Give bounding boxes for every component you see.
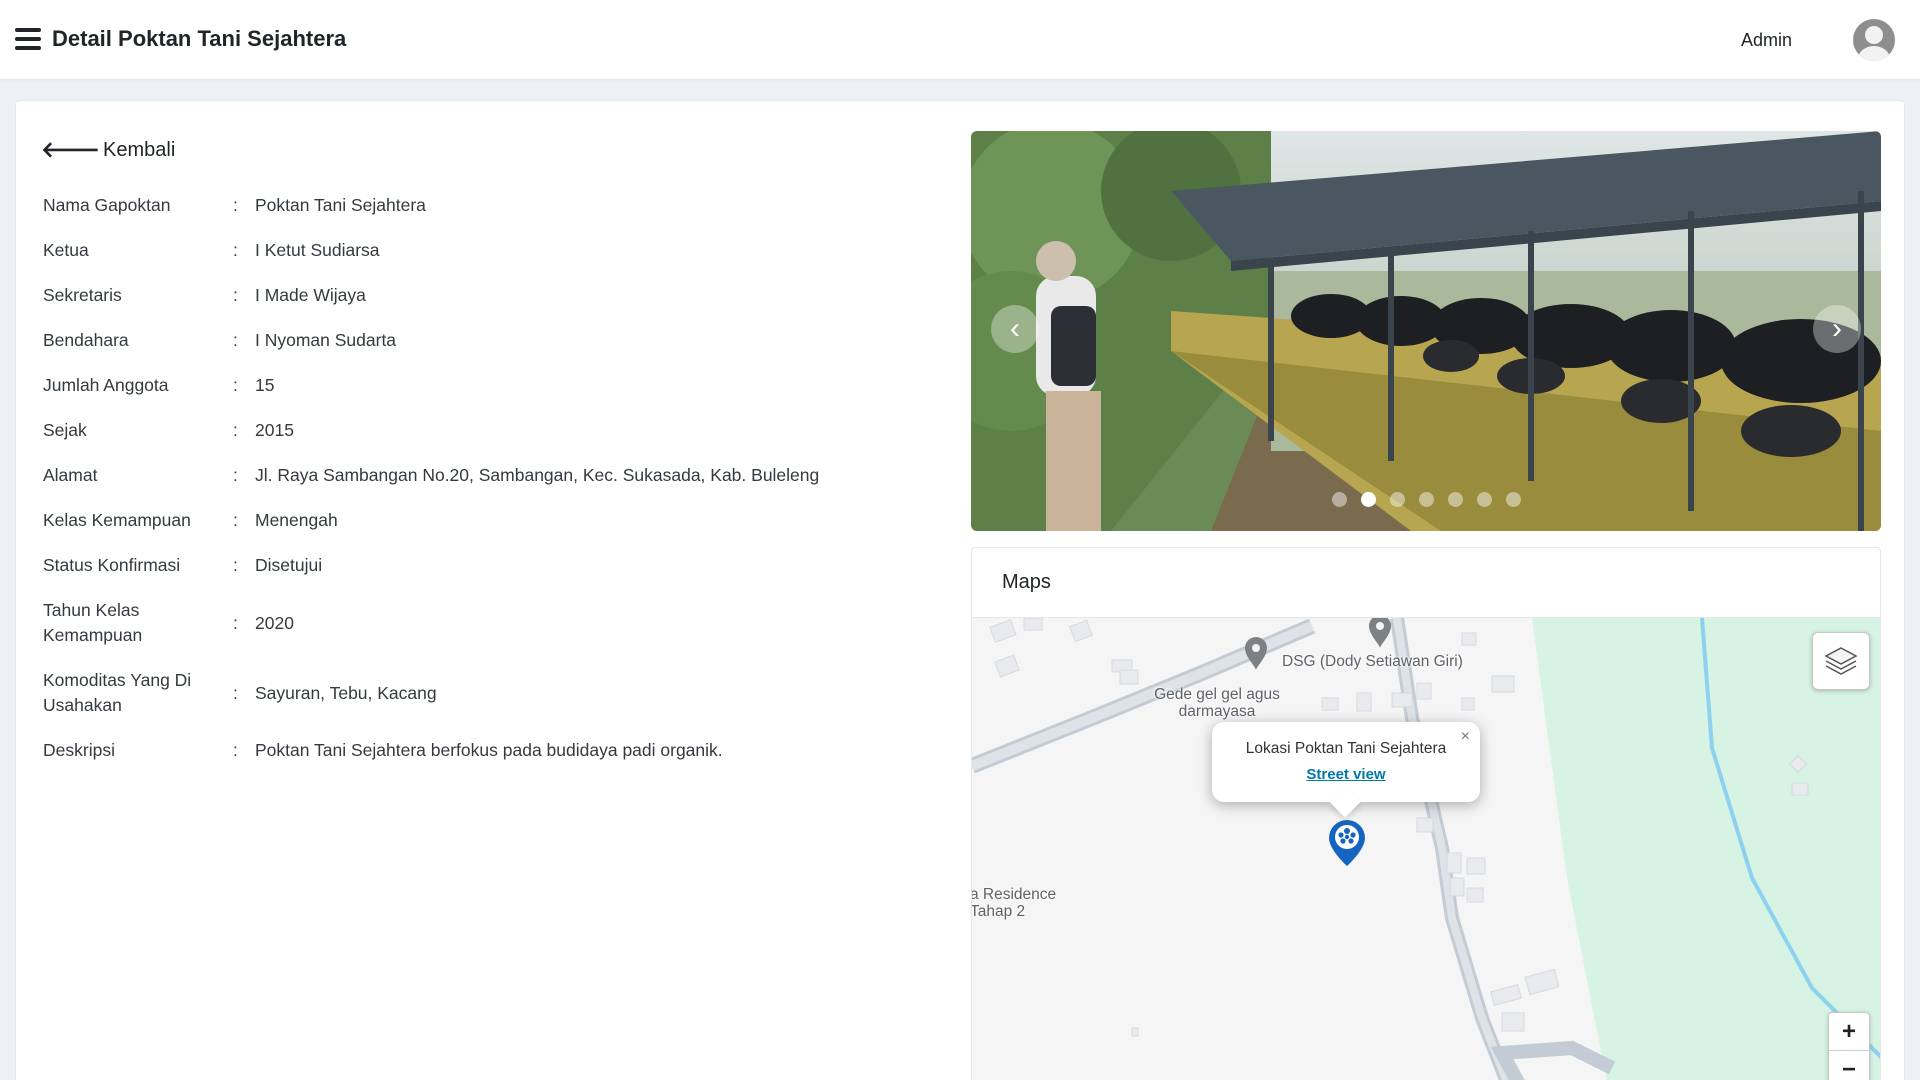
detail-row: Sekretaris: I Made Wijaya bbox=[43, 273, 923, 318]
popup-title: Lokasi Poktan Tani Sejahtera bbox=[1245, 740, 1447, 757]
map-layers-button[interactable] bbox=[1812, 632, 1870, 690]
detail-value: 2015 bbox=[255, 420, 294, 440]
detail-value: Poktan Tani Sejahtera bbox=[255, 195, 426, 215]
detail-row: Ketua: I Ketut Sudiarsa bbox=[43, 228, 923, 273]
detail-colon: : bbox=[233, 740, 238, 760]
carousel-dot[interactable] bbox=[1389, 492, 1405, 507]
carousel-next-button[interactable]: › bbox=[1813, 305, 1861, 353]
user-name[interactable]: Admin bbox=[1741, 30, 1792, 51]
user-avatar-icon[interactable] bbox=[1853, 19, 1895, 61]
carousel-dot[interactable] bbox=[1331, 492, 1347, 507]
layers-icon bbox=[1824, 647, 1858, 675]
detail-label: Jumlah Anggota bbox=[43, 375, 169, 395]
map-zoom-control: + − bbox=[1828, 1012, 1870, 1080]
detail-value: Sayuran, Tebu, Kacang bbox=[255, 682, 437, 703]
carousel-dot[interactable] bbox=[1418, 492, 1434, 507]
detail-label: Ketua bbox=[43, 240, 89, 260]
detail-colon: : bbox=[233, 465, 238, 485]
page-title: Detail Poktan Tani Sejahtera bbox=[52, 26, 347, 51]
detail-row: Komoditas Yang Di Usahakan: Sayuran, Tebu… bbox=[43, 658, 923, 728]
detail-colon: : bbox=[233, 285, 238, 305]
zoom-in-button[interactable]: + bbox=[1829, 1013, 1869, 1051]
top-navbar: Detail Poktan Tani Sejahtera Admin bbox=[0, 0, 1920, 80]
detail-label: Nama Gapoktan bbox=[43, 195, 171, 215]
carousel-prev-button[interactable]: ‹ bbox=[991, 305, 1039, 353]
detail-row: Bendahara: I Nyoman Sudarta bbox=[43, 318, 923, 363]
carousel-indicators bbox=[971, 492, 1881, 507]
detail-colon: : bbox=[233, 420, 238, 440]
map-label-residence: a Residence Tahap 2 bbox=[972, 886, 1057, 920]
detail-value: Poktan Tani Sejahtera berfokus pada budi… bbox=[255, 740, 723, 760]
detail-row: Tahun Kelas Kemampuan:2020 bbox=[43, 588, 923, 658]
detail-label: Bendahara bbox=[43, 330, 129, 350]
detail-row: Nama Gapoktan: Poktan Tani Sejahtera bbox=[43, 183, 923, 228]
carousel-dot[interactable] bbox=[1447, 492, 1463, 507]
detail-colon: : bbox=[233, 330, 238, 350]
photo-carousel: ‹ › bbox=[971, 131, 1881, 531]
map-label-gede: Gede gel gel agus darmayasa bbox=[1154, 686, 1280, 720]
detail-value: Disetujui bbox=[255, 555, 323, 575]
detail-row: Status Konfirmasi: Disetujui bbox=[43, 543, 923, 588]
carousel-dot[interactable] bbox=[1360, 492, 1376, 507]
detail-value: I Nyoman Sudarta bbox=[255, 330, 397, 350]
popup-close-icon[interactable]: × bbox=[1461, 728, 1470, 746]
detail-table: Nama Gapoktan: Poktan Tani Sejahtera Ketua… bbox=[43, 183, 923, 773]
map-base bbox=[972, 618, 1880, 1080]
detail-row: Sejak:2015 bbox=[43, 408, 923, 453]
detail-value: 15 bbox=[255, 375, 275, 395]
detail-colon: : bbox=[233, 240, 238, 260]
detail-colon: : bbox=[233, 195, 238, 215]
back-label: Kembali bbox=[103, 138, 176, 161]
street-view-link[interactable]: Street view bbox=[1212, 766, 1480, 783]
detail-label: Deskripsi bbox=[43, 740, 115, 760]
detail-value: 2020 bbox=[255, 612, 294, 633]
maps-card: Maps DSG (Dody Setiawan Giri) Gede gel g… bbox=[971, 547, 1881, 1080]
detail-colon: : bbox=[233, 375, 238, 395]
detail-value: Jl. Raya Sambangan No.20, Sambangan, Kec… bbox=[255, 465, 820, 485]
detail-colon: : bbox=[233, 612, 238, 633]
zoom-out-button[interactable]: − bbox=[1829, 1051, 1869, 1080]
maps-title: Maps bbox=[972, 548, 1880, 618]
menu-toggle-icon[interactable] bbox=[15, 28, 41, 50]
detail-value: I Ketut Sudiarsa bbox=[255, 240, 380, 260]
carousel-photo bbox=[971, 131, 1881, 531]
detail-label: Komoditas Yang Di Usahakan bbox=[43, 670, 192, 715]
detail-value: I Made Wijaya bbox=[255, 285, 366, 305]
carousel-dot[interactable] bbox=[1505, 492, 1521, 507]
detail-label: Alamat bbox=[43, 465, 98, 485]
location-marker-icon[interactable] bbox=[1327, 818, 1367, 873]
detail-value: Menengah bbox=[255, 510, 338, 530]
detail-label: Sejak bbox=[43, 420, 87, 440]
carousel-dot[interactable] bbox=[1476, 492, 1492, 507]
detail-row: Alamat: Jl. Raya Sambangan No.20, Sambang… bbox=[43, 453, 923, 498]
detail-card: 🡐 Kembali Nama Gapoktan: Poktan Tani Seja… bbox=[15, 100, 1905, 1080]
arrow-left-icon: 🡐 bbox=[41, 137, 100, 162]
detail-label: Status Konfirmasi bbox=[43, 555, 181, 575]
detail-label: Tahun Kelas Kemampuan bbox=[43, 600, 143, 645]
detail-label: Sekretaris bbox=[43, 285, 122, 305]
map-label-dsg: DSG (Dody Setiawan Giri) bbox=[1282, 653, 1463, 670]
back-link[interactable]: 🡐 Kembali bbox=[41, 137, 175, 163]
location-popup: Lokasi Poktan Tani Sejahtera Street view… bbox=[1212, 722, 1480, 818]
detail-row: Kelas Kemampuan: Menengah bbox=[43, 498, 923, 543]
detail-colon: : bbox=[233, 555, 238, 575]
map-view[interactable]: DSG (Dody Setiawan Giri) Gede gel gel ag… bbox=[972, 618, 1880, 1080]
detail-label: Kelas Kemampuan bbox=[43, 510, 191, 530]
detail-row: Jumlah Anggota:15 bbox=[43, 363, 923, 408]
detail-colon: : bbox=[233, 682, 238, 703]
detail-colon: : bbox=[233, 510, 238, 530]
detail-row: Deskripsi: Poktan Tani Sejahtera berfokus… bbox=[43, 728, 923, 773]
